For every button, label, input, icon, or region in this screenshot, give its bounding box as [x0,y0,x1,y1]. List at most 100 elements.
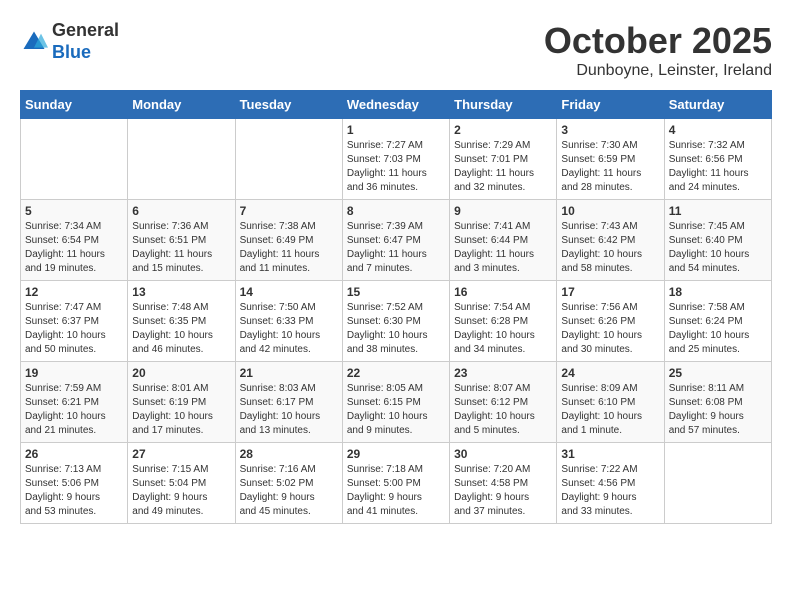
weekday-header-monday: Monday [128,91,235,119]
calendar-cell: 27 Sunrise: 7:15 AM Sunset: 5:04 PM Dayli… [128,443,235,524]
day-info: Sunrise: 8:09 AM Sunset: 6:10 PM Dayligh… [561,382,659,438]
calendar-cell: 7 Sunrise: 7:38 AM Sunset: 6:49 PM Daylig… [235,200,342,281]
calendar-cell: 5 Sunrise: 7:34 AM Sunset: 6:54 PM Daylig… [21,200,128,281]
calendar-cell [664,443,771,524]
weekday-header-row: SundayMondayTuesdayWednesdayThursdayFrid… [21,91,772,119]
weekday-header-friday: Friday [557,91,664,119]
day-info: Sunrise: 8:11 AM Sunset: 6:08 PM Dayligh… [669,382,767,438]
day-info: Sunrise: 7:34 AM Sunset: 6:54 PM Dayligh… [25,220,123,276]
calendar-cell: 8 Sunrise: 7:39 AM Sunset: 6:47 PM Daylig… [342,200,449,281]
day-number: 14 [240,285,338,299]
day-number: 9 [454,204,552,218]
calendar-cell: 30Sunrise: 7:20 AM Sunset: 4:58 PM Dayli… [450,443,557,524]
day-number: 20 [132,366,230,380]
calendar-cell: 1Sunrise: 7:27 AM Sunset: 7:03 PM Daylig… [342,119,449,200]
calendar-week-4: 19Sunrise: 7:59 AM Sunset: 6:21 PM Dayli… [21,362,772,443]
day-info: Sunrise: 7:52 AM Sunset: 6:30 PM Dayligh… [347,301,445,357]
location: Dunboyne, Leinster, Ireland [544,62,772,80]
day-info: Sunrise: 7:18 AM Sunset: 5:00 PM Dayligh… [347,463,445,519]
day-info: Sunrise: 8:01 AM Sunset: 6:19 PM Dayligh… [132,382,230,438]
calendar-cell: 23 Sunrise: 8:07 AM Sunset: 6:12 PM Dayli… [450,362,557,443]
calendar-cell: 29 Sunrise: 7:18 AM Sunset: 5:00 PM Dayli… [342,443,449,524]
day-number: 22 [347,366,445,380]
day-number: 13 [132,285,230,299]
calendar-cell [128,119,235,200]
day-info: Sunrise: 7:47 AM Sunset: 6:37 PM Dayligh… [25,301,123,357]
weekday-header-tuesday: Tuesday [235,91,342,119]
day-info: Sunrise: 7:39 AM Sunset: 6:47 PM Dayligh… [347,220,445,276]
calendar-cell: 10 Sunrise: 7:43 AM Sunset: 6:42 PM Dayli… [557,200,664,281]
day-info: Sunrise: 8:05 AM Sunset: 6:15 PM Dayligh… [347,382,445,438]
calendar-week-5: 26Sunrise: 7:13 AM Sunset: 5:06 PM Dayli… [21,443,772,524]
day-info: Sunrise: 7:41 AM Sunset: 6:44 PM Dayligh… [454,220,552,276]
weekday-header-thursday: Thursday [450,91,557,119]
calendar-cell: 28Sunrise: 7:16 AM Sunset: 5:02 PM Dayli… [235,443,342,524]
day-number: 21 [240,366,338,380]
day-info: Sunrise: 8:07 AM Sunset: 6:12 PM Dayligh… [454,382,552,438]
calendar-cell: 24 Sunrise: 8:09 AM Sunset: 6:10 PM Dayli… [557,362,664,443]
day-number: 24 [561,366,659,380]
day-info: Sunrise: 7:15 AM Sunset: 5:04 PM Dayligh… [132,463,230,519]
day-info: Sunrise: 8:03 AM Sunset: 6:17 PM Dayligh… [240,382,338,438]
calendar-cell: 15Sunrise: 7:52 AM Sunset: 6:30 PM Dayli… [342,281,449,362]
day-number: 5 [25,204,123,218]
month-title: October 2025 [544,20,772,62]
weekday-header-sunday: Sunday [21,91,128,119]
day-number: 1 [347,123,445,137]
day-info: Sunrise: 7:48 AM Sunset: 6:35 PM Dayligh… [132,301,230,357]
day-number: 27 [132,447,230,461]
calendar-cell: 9 Sunrise: 7:41 AM Sunset: 6:44 PM Daylig… [450,200,557,281]
day-info: Sunrise: 7:32 AM Sunset: 6:56 PM Dayligh… [669,139,767,195]
day-number: 31 [561,447,659,461]
calendar-week-3: 12Sunrise: 7:47 AM Sunset: 6:37 PM Dayli… [21,281,772,362]
day-number: 11 [669,204,767,218]
day-number: 10 [561,204,659,218]
calendar-week-2: 5 Sunrise: 7:34 AM Sunset: 6:54 PM Daylig… [21,200,772,281]
day-number: 18 [669,285,767,299]
day-number: 28 [240,447,338,461]
calendar-cell: 31 Sunrise: 7:22 AM Sunset: 4:56 PM Dayli… [557,443,664,524]
day-info: Sunrise: 7:54 AM Sunset: 6:28 PM Dayligh… [454,301,552,357]
logo-text: General Blue [52,20,119,63]
day-number: 3 [561,123,659,137]
day-number: 8 [347,204,445,218]
calendar-cell: 6 Sunrise: 7:36 AM Sunset: 6:51 PM Daylig… [128,200,235,281]
calendar-cell: 19Sunrise: 7:59 AM Sunset: 6:21 PM Dayli… [21,362,128,443]
calendar-cell: 18 Sunrise: 7:58 AM Sunset: 6:24 PM Dayli… [664,281,771,362]
day-number: 4 [669,123,767,137]
day-info: Sunrise: 7:30 AM Sunset: 6:59 PM Dayligh… [561,139,659,195]
calendar-cell: 12Sunrise: 7:47 AM Sunset: 6:37 PM Dayli… [21,281,128,362]
calendar-cell: 11 Sunrise: 7:45 AM Sunset: 6:40 PM Dayli… [664,200,771,281]
day-info: Sunrise: 7:22 AM Sunset: 4:56 PM Dayligh… [561,463,659,519]
day-number: 2 [454,123,552,137]
day-number: 29 [347,447,445,461]
day-info: Sunrise: 7:50 AM Sunset: 6:33 PM Dayligh… [240,301,338,357]
calendar-cell: 3 Sunrise: 7:30 AM Sunset: 6:59 PM Daylig… [557,119,664,200]
calendar-cell: 4 Sunrise: 7:32 AM Sunset: 6:56 PM Daylig… [664,119,771,200]
day-number: 6 [132,204,230,218]
day-number: 23 [454,366,552,380]
day-number: 17 [561,285,659,299]
calendar-cell: 14 Sunrise: 7:50 AM Sunset: 6:33 PM Dayli… [235,281,342,362]
calendar-cell: 17Sunrise: 7:56 AM Sunset: 6:26 PM Dayli… [557,281,664,362]
weekday-header-wednesday: Wednesday [342,91,449,119]
day-info: Sunrise: 7:20 AM Sunset: 4:58 PM Dayligh… [454,463,552,519]
calendar-cell: 22 Sunrise: 8:05 AM Sunset: 6:15 PM Dayli… [342,362,449,443]
day-number: 25 [669,366,767,380]
day-info: Sunrise: 7:36 AM Sunset: 6:51 PM Dayligh… [132,220,230,276]
day-info: Sunrise: 7:43 AM Sunset: 6:42 PM Dayligh… [561,220,659,276]
day-info: Sunrise: 7:45 AM Sunset: 6:40 PM Dayligh… [669,220,767,276]
calendar-week-1: 1Sunrise: 7:27 AM Sunset: 7:03 PM Daylig… [21,119,772,200]
calendar-cell: 20 Sunrise: 8:01 AM Sunset: 6:19 PM Dayli… [128,362,235,443]
calendar-cell: 13 Sunrise: 7:48 AM Sunset: 6:35 PM Dayli… [128,281,235,362]
calendar-cell: 26Sunrise: 7:13 AM Sunset: 5:06 PM Dayli… [21,443,128,524]
day-info: Sunrise: 7:58 AM Sunset: 6:24 PM Dayligh… [669,301,767,357]
day-info: Sunrise: 7:29 AM Sunset: 7:01 PM Dayligh… [454,139,552,195]
day-info: Sunrise: 7:38 AM Sunset: 6:49 PM Dayligh… [240,220,338,276]
calendar-cell: 16Sunrise: 7:54 AM Sunset: 6:28 PM Dayli… [450,281,557,362]
calendar-table: SundayMondayTuesdayWednesdayThursdayFrid… [20,90,772,524]
calendar-cell: 21 Sunrise: 8:03 AM Sunset: 6:17 PM Dayli… [235,362,342,443]
page-container: General Blue October 2025 Dunboyne, Lein… [20,20,772,524]
day-number: 7 [240,204,338,218]
title-block: October 2025 Dunboyne, Leinster, Ireland [544,20,772,80]
